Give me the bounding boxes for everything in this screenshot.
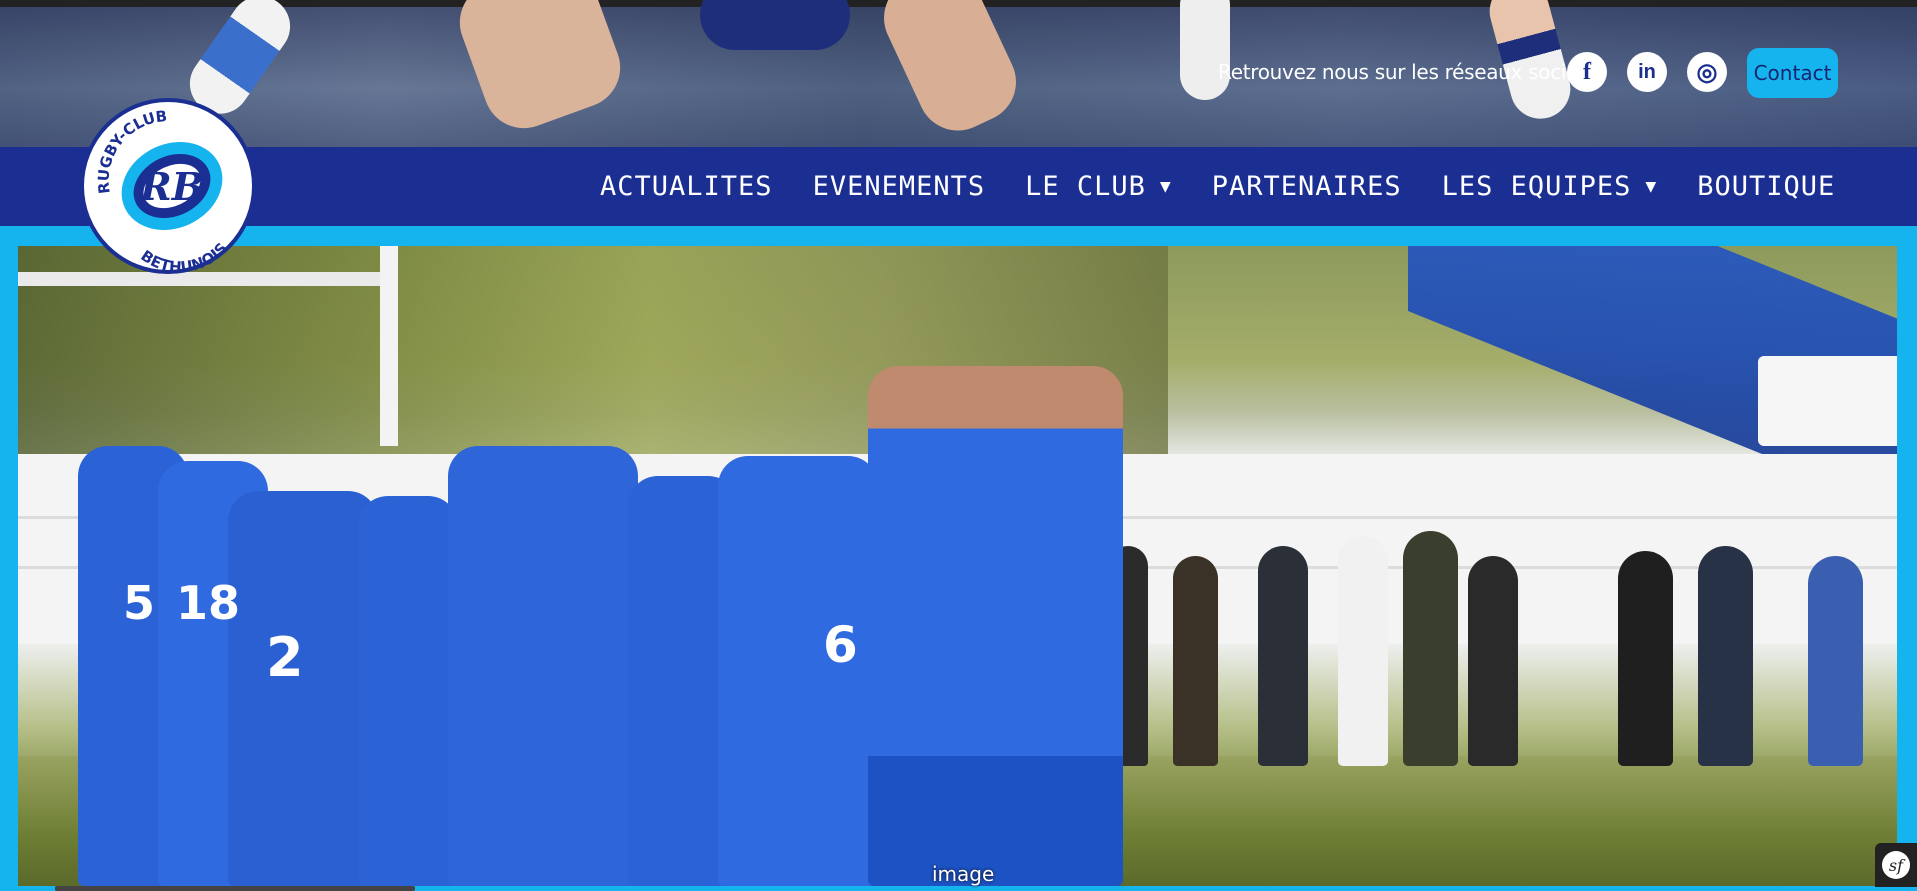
hero-image: 5 18 2 6 [18,246,1897,886]
team-player-foreground [868,366,1123,886]
facebook-link[interactable]: f [1567,52,1607,92]
goal-post [18,272,388,286]
nav-item-label: PARTENAIRES [1211,171,1402,202]
social-networks-text: Retrouvez nous sur les réseaux sociaux [1218,60,1603,84]
caret-down-icon: ▼ [1645,176,1658,197]
jersey-number: 2 [266,626,304,689]
logo-monogram: RB [139,164,204,209]
main-navigation: ACTUALITES EVENEMENTS LE CLUB ▼ PARTENAI… [0,147,1917,226]
team-player [448,446,638,886]
nav-item-partenaires[interactable]: PARTENAIRES [1212,171,1402,202]
instagram-link[interactable]: ◎ [1687,52,1727,92]
jersey-number: 18 [176,576,241,630]
club-logo[interactable]: RB RUGBY-CLUB BETHUNOIS [80,98,256,274]
nav-item-label: BOUTIQUE [1697,171,1836,202]
contact-button[interactable]: Contact [1747,48,1838,98]
symfony-icon: sf [1882,851,1910,879]
nav-item-evenements[interactable]: EVENEMENTS [813,171,986,202]
symfony-toolbar-toggle[interactable]: sf [1875,843,1917,887]
facebook-icon: f [1583,58,1591,85]
nav-item-label: EVENEMENTS [812,171,986,202]
spectator [1173,556,1218,766]
instagram-icon: ◎ [1696,58,1718,86]
spectator [1338,536,1388,766]
background-player-leg [448,0,632,140]
nav-item-label: LES EQUIPES [1441,171,1632,202]
nav-menu: ACTUALITES EVENEMENTS LE CLUB ▼ PARTENAI… [600,147,1835,226]
nav-item-label: LE CLUB [1025,171,1146,202]
background-van [1758,356,1897,446]
horizontal-scrollbar[interactable] [55,886,415,891]
spectator [1698,546,1753,766]
spectator [1618,551,1673,766]
nav-item-le-club[interactable]: LE CLUB ▼ [1025,171,1172,202]
nav-item-les-equipes[interactable]: LES EQUIPES ▼ [1442,171,1658,202]
nav-item-boutique[interactable]: BOUTIQUE [1697,171,1835,202]
goal-post [380,246,398,446]
spectator [1468,556,1518,766]
spectator [1808,556,1863,766]
caret-down-icon: ▼ [1159,176,1172,197]
image-caption: image [932,862,995,886]
team-player [358,496,458,886]
nav-item-label: ACTUALITES [600,171,773,202]
nav-item-actualites[interactable]: ACTUALITES [600,171,773,202]
linkedin-link[interactable]: in [1627,52,1667,92]
background-player-leg [700,0,850,50]
background-player-leg [870,0,1030,144]
background-player-leg [1180,0,1230,100]
spectator [1403,531,1458,766]
jersey-number: 6 [823,616,858,674]
jersey-number: 5 [123,576,156,630]
header-banner: Retrouvez nous sur les réseaux sociaux f… [0,0,1917,147]
spectator [1258,546,1308,766]
linkedin-icon: in [1638,60,1656,83]
